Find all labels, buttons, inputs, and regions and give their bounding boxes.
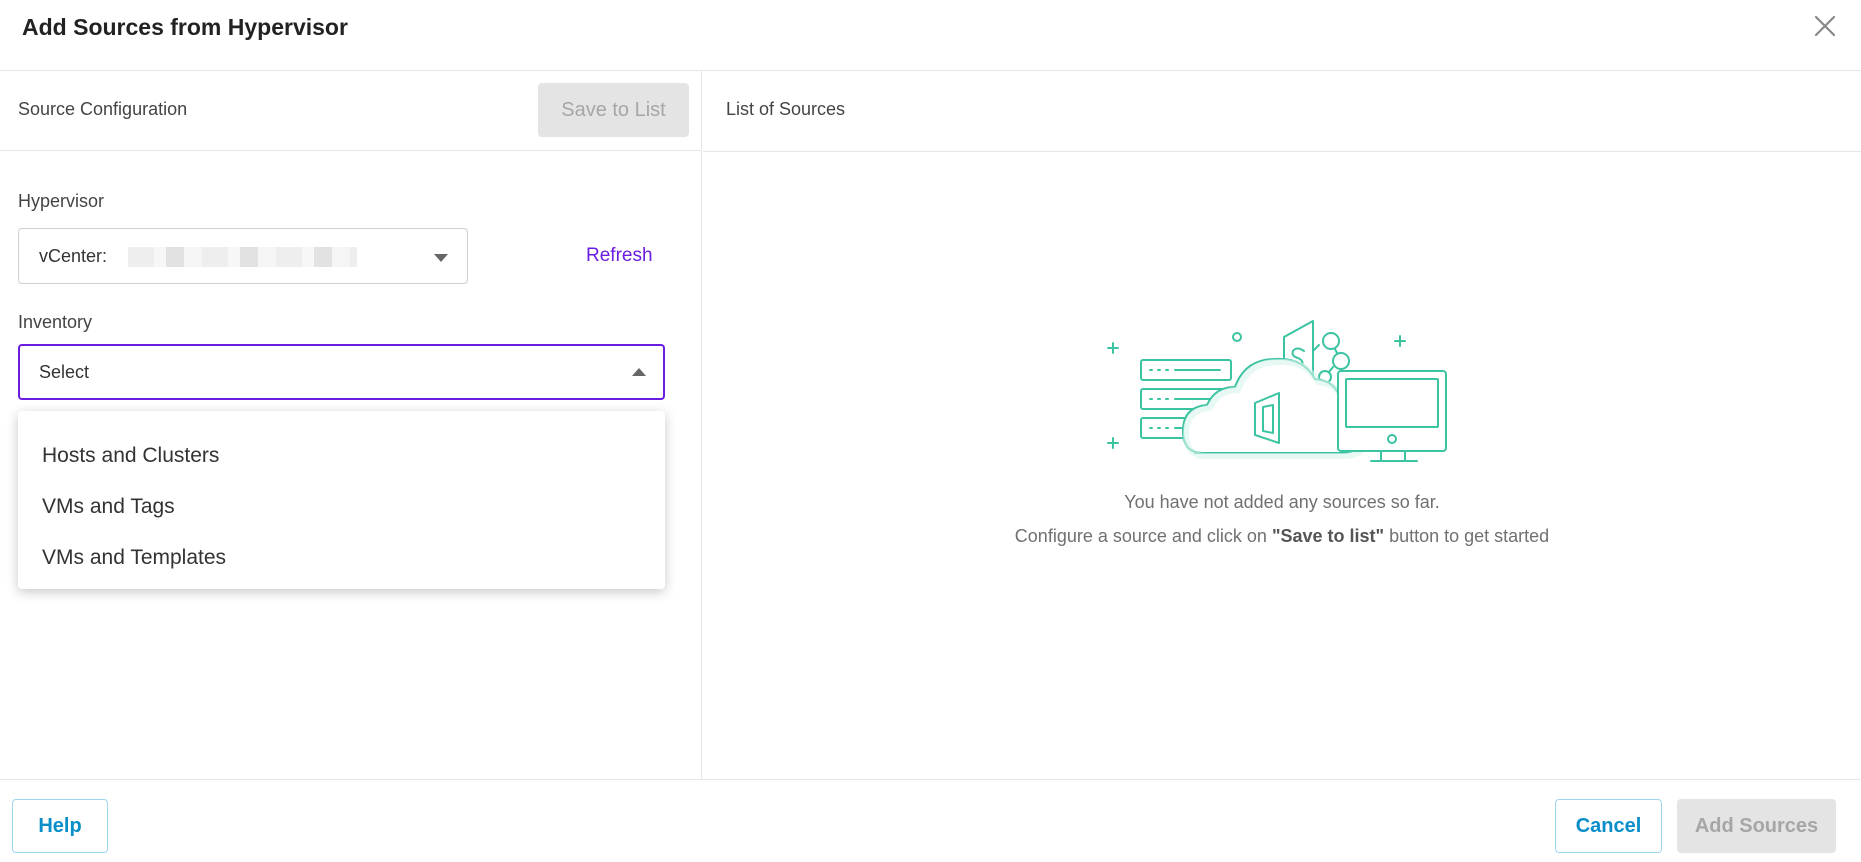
list-of-sources-pane: List of Sources You have not added any s… (703, 71, 1861, 779)
add-sources-button[interactable]: Add Sources (1677, 799, 1836, 853)
hypervisor-select[interactable]: vCenter: (18, 228, 468, 284)
inventory-dropdown-menu: Hosts and Clusters VMs and Tags VMs and … (18, 411, 665, 589)
add-sources-dialog: Add Sources from Hypervisor Source Confi… (0, 0, 1861, 862)
source-configuration-pane: Source Configuration Save to List Hyperv… (0, 71, 702, 779)
empty-state-instruction: Configure a source and click on "Save to… (703, 526, 1861, 547)
option-vms-and-tags[interactable]: VMs and Tags (18, 481, 665, 532)
dialog-footer: Help Cancel Add Sources (0, 779, 1861, 862)
list-of-sources-title: List of Sources (726, 99, 846, 119)
list-of-sources-header: List of Sources (703, 71, 1861, 152)
empty-state-message: You have not added any sources so far. (1124, 492, 1440, 512)
instruction-save-emphasis: "Save to list" (1271, 526, 1385, 546)
hypervisor-value: vCenter: (39, 246, 108, 266)
instruction-prefix: Configure a source and click on (1014, 526, 1272, 546)
save-to-list-button[interactable]: Save to List (538, 83, 689, 137)
help-button[interactable]: Help (12, 799, 108, 853)
refresh-link[interactable]: Refresh (586, 245, 653, 267)
chevron-down-icon (434, 254, 448, 262)
source-configuration-header: Source Configuration Save to List (0, 71, 702, 151)
inventory-select[interactable]: Select (18, 344, 665, 400)
chevron-up-icon (632, 368, 646, 376)
cancel-button[interactable]: Cancel (1555, 799, 1662, 853)
inventory-label: Inventory (18, 312, 93, 332)
option-hosts-and-clusters[interactable]: Hosts and Clusters (18, 430, 665, 481)
inventory-placeholder: Select (39, 362, 90, 382)
dialog-title: Add Sources from Hypervisor (22, 14, 348, 40)
redacted-hostname (128, 247, 357, 267)
instruction-suffix: button to get started (1384, 526, 1550, 546)
dialog-header: Add Sources from Hypervisor (0, 0, 1861, 71)
close-icon (1814, 15, 1836, 37)
hypervisor-label: Hypervisor (18, 191, 105, 211)
option-vms-and-templates[interactable]: VMs and Templates (18, 532, 665, 583)
empty-state-cloud-illustration (1107, 320, 1447, 462)
source-configuration-title: Source Configuration (18, 99, 188, 119)
close-button[interactable] (1809, 10, 1841, 42)
